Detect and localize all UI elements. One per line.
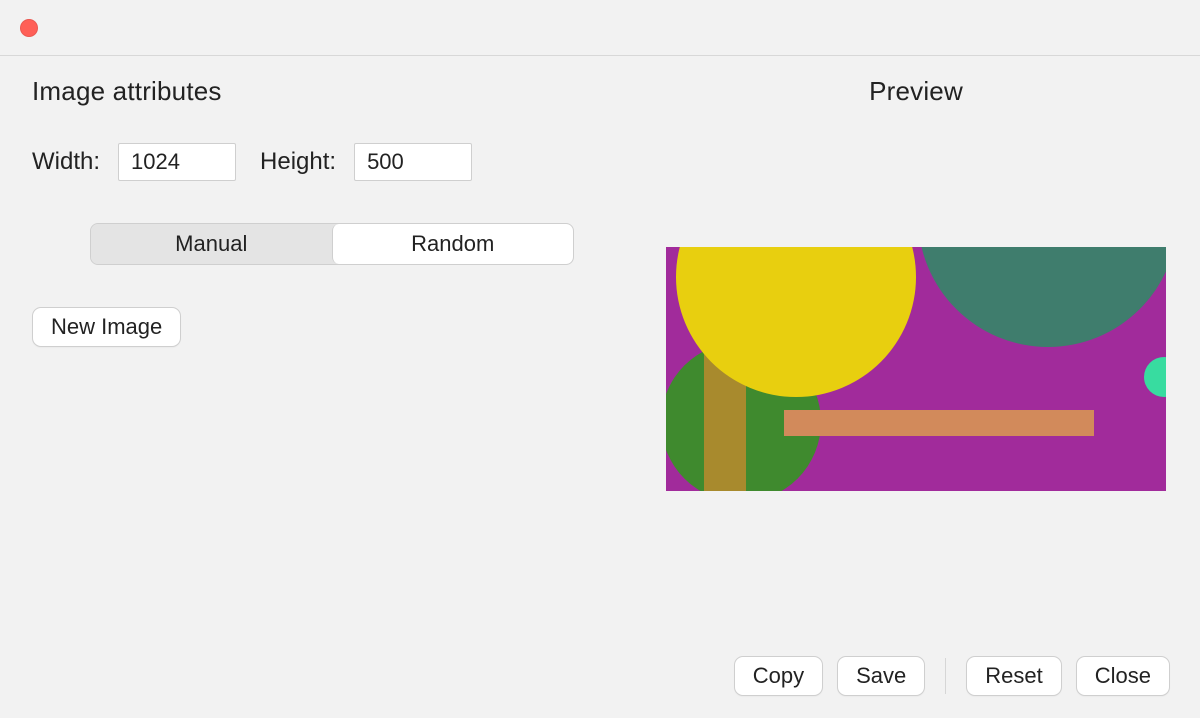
close-button[interactable]: Close <box>1076 656 1170 696</box>
mode-segmented-wrap: Manual Random <box>32 223 632 265</box>
new-image-button[interactable]: New Image <box>32 307 181 347</box>
preview-panel: Preview <box>664 76 1168 648</box>
new-image-row: New Image <box>32 307 632 347</box>
window-close-icon[interactable] <box>20 19 38 37</box>
dialog-window: Image attributes Width: Height: Manual R… <box>0 0 1200 718</box>
footer-separator <box>945 658 946 694</box>
height-label: Height: <box>260 148 336 176</box>
width-input[interactable] <box>118 143 236 181</box>
preview-title: Preview <box>869 76 963 107</box>
content-area: Image attributes Width: Height: Manual R… <box>0 56 1200 648</box>
mode-random[interactable]: Random <box>332 224 574 264</box>
save-button[interactable]: Save <box>837 656 925 696</box>
attributes-title: Image attributes <box>32 76 632 107</box>
reset-button[interactable]: Reset <box>966 656 1061 696</box>
copy-button[interactable]: Copy <box>734 656 823 696</box>
preview-canvas <box>666 247 1166 491</box>
dimensions-row: Width: Height: <box>32 143 632 181</box>
attributes-panel: Image attributes Width: Height: Manual R… <box>32 76 632 648</box>
mode-segmented: Manual Random <box>90 223 574 265</box>
preview-shape-rect-orange <box>784 410 1094 436</box>
height-input[interactable] <box>354 143 472 181</box>
mode-manual[interactable]: Manual <box>91 224 332 264</box>
titlebar <box>0 0 1200 56</box>
width-label: Width: <box>32 148 100 176</box>
footer-toolbar: Copy Save Reset Close <box>0 648 1200 718</box>
